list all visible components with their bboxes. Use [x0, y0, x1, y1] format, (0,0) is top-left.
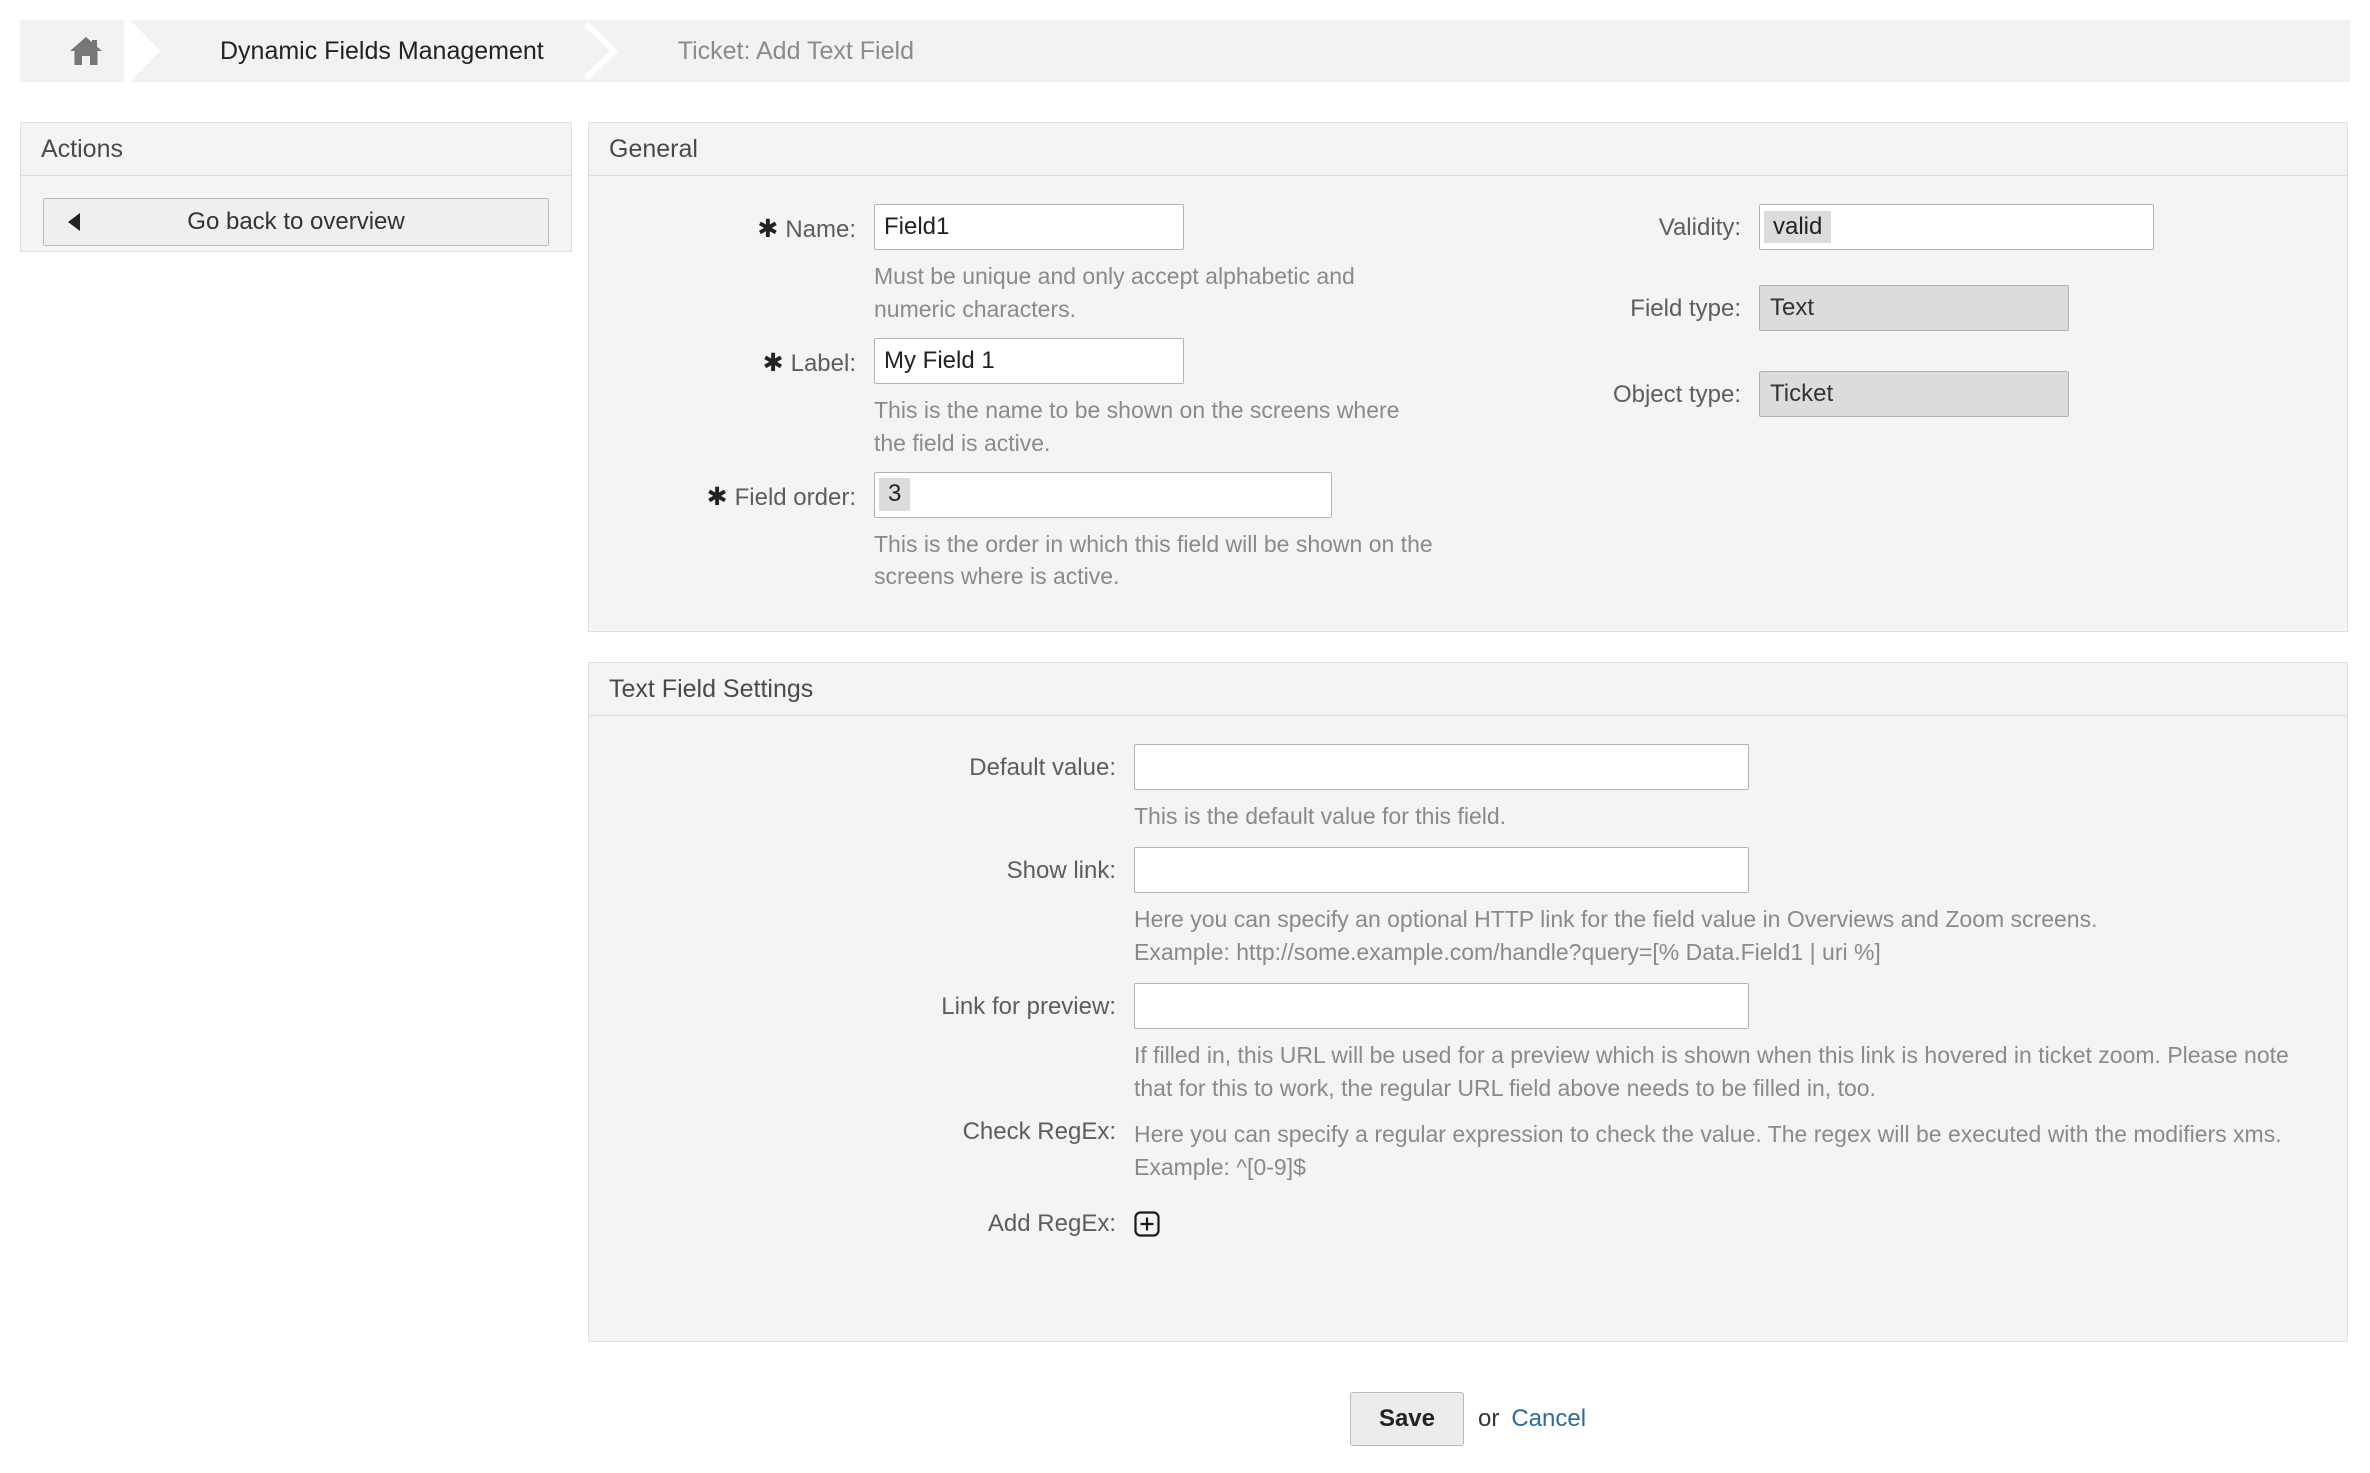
- label-hint: This is the name to be shown on the scre…: [874, 394, 1434, 460]
- validity-row: Validity: valid: [1599, 204, 2339, 250]
- show-link-label: Show link:: [589, 847, 1134, 885]
- breadcrumb-label: Dynamic Fields Management: [220, 37, 544, 66]
- validity-value: valid: [1764, 211, 1831, 244]
- home-icon: [68, 35, 104, 67]
- object-type-value: Ticket: [1759, 371, 2069, 417]
- link-for-preview-hint: If filled in, this URL will be used for …: [1134, 1039, 2314, 1105]
- default-value-hint: This is the default value for this field…: [1134, 800, 2134, 833]
- breadcrumb-separator-1: [124, 20, 176, 82]
- text-field-settings-body: Default value: This is the default value…: [589, 716, 2347, 1242]
- field-order-field-wrap: 3 This is the order in which this field …: [874, 472, 1434, 594]
- actions-panel-body: Go back to overview: [21, 198, 571, 246]
- required-marker: ✱: [763, 349, 784, 377]
- breadcrumb-label: Ticket: Add Text Field: [678, 37, 914, 66]
- check-regex-hint-1: Here you can specify a regular expressio…: [1134, 1118, 2314, 1151]
- text-field-settings-title: Text Field Settings: [589, 663, 2347, 716]
- add-regex-row: Add RegEx:: [589, 1210, 2347, 1242]
- link-for-preview-field-wrap: If filled in, this URL will be used for …: [1134, 983, 2314, 1105]
- actions-panel: Actions Go back to overview: [20, 122, 572, 252]
- field-order-value: 3: [879, 478, 910, 511]
- validity-label: Validity:: [1599, 204, 1759, 242]
- required-marker: ✱: [757, 215, 778, 243]
- object-type-field-wrap: Ticket: [1759, 371, 2069, 417]
- required-marker: ✱: [707, 483, 728, 511]
- actions-panel-title: Actions: [21, 123, 571, 176]
- breadcrumb-home[interactable]: [20, 20, 124, 82]
- check-regex-hint-2: Example: ^[0-9]$: [1134, 1151, 2314, 1184]
- field-type-field-wrap: Text: [1759, 285, 2069, 331]
- general-left-column: ✱Name: Must be unique and only accept al…: [589, 204, 1599, 593]
- label-input[interactable]: [874, 338, 1184, 384]
- breadcrumb: Dynamic Fields Management Ticket: Add Te…: [20, 20, 2350, 82]
- name-field-wrap: Must be unique and only accept alphabeti…: [874, 204, 1394, 326]
- show-link-input[interactable]: [1134, 847, 1749, 893]
- link-for-preview-input[interactable]: [1134, 983, 1749, 1029]
- default-value-label: Default value:: [589, 744, 1134, 782]
- default-value-input[interactable]: [1134, 744, 1749, 790]
- breadcrumb-separator-2: [582, 20, 634, 82]
- general-panel-title: General: [589, 123, 2347, 176]
- object-type-label: Object type:: [1599, 371, 1759, 409]
- field-type-label: Field type:: [1599, 285, 1759, 323]
- check-regex-label: Check RegEx:: [589, 1118, 1134, 1146]
- check-regex-row: Check RegEx: Here you can specify a regu…: [589, 1118, 2347, 1184]
- name-hint: Must be unique and only accept alphabeti…: [874, 260, 1394, 326]
- default-value-row: Default value: This is the default value…: [589, 744, 2347, 833]
- add-regex-field-wrap: [1134, 1210, 1160, 1242]
- label-field-wrap: This is the name to be shown on the scre…: [874, 338, 1434, 460]
- general-panel: General ✱Name: Must be unique and only a…: [588, 122, 2348, 632]
- save-button[interactable]: Save: [1350, 1392, 1464, 1446]
- validity-select[interactable]: valid: [1759, 204, 2154, 250]
- default-value-field-wrap: This is the default value for this field…: [1134, 744, 2134, 833]
- show-link-field-wrap: Here you can specify an optional HTTP li…: [1134, 847, 2314, 969]
- caret-left-icon: [68, 213, 80, 231]
- show-link-row: Show link: Here you can specify an optio…: [589, 847, 2347, 969]
- field-order-row: ✱Field order: 3 This is the order in whi…: [589, 472, 1599, 594]
- plus-square-icon[interactable]: [1134, 1211, 1160, 1237]
- name-label: ✱Name:: [589, 204, 874, 244]
- name-row: ✱Name: Must be unique and only accept al…: [589, 204, 1599, 326]
- name-input[interactable]: [874, 204, 1184, 250]
- text-field-settings-panel: Text Field Settings Default value: This …: [588, 662, 2348, 1342]
- show-link-hint-1: Here you can specify an optional HTTP li…: [1134, 903, 2314, 936]
- or-separator-label: or: [1478, 1405, 1499, 1433]
- label-row: ✱Label: This is the name to be shown on …: [589, 338, 1599, 460]
- breadcrumb-item-add-text-field: Ticket: Add Text Field: [634, 20, 952, 82]
- field-order-hint: This is the order in which this field wi…: [874, 528, 1434, 594]
- link-for-preview-row: Link for preview: If filled in, this URL…: [589, 983, 2347, 1105]
- label-label: ✱Label:: [589, 338, 874, 378]
- object-type-row: Object type: Ticket: [1599, 371, 2339, 417]
- form-submit-row: Save or Cancel: [588, 1392, 2348, 1446]
- add-regex-label: Add RegEx:: [589, 1210, 1134, 1238]
- field-order-label: ✱Field order:: [589, 472, 874, 512]
- field-type-row: Field type: Text: [1599, 285, 2339, 331]
- go-back-to-overview-label: Go back to overview: [44, 208, 548, 236]
- show-link-hint-2: Example: http://some.example.com/handle?…: [1134, 936, 2314, 969]
- field-type-value: Text: [1759, 285, 2069, 331]
- field-order-select[interactable]: 3: [874, 472, 1332, 518]
- link-for-preview-label: Link for preview:: [589, 983, 1134, 1021]
- breadcrumb-item-dynamic-fields[interactable]: Dynamic Fields Management: [176, 20, 582, 82]
- cancel-link[interactable]: Cancel: [1511, 1405, 1586, 1433]
- check-regex-field-wrap: Here you can specify a regular expressio…: [1134, 1118, 2314, 1184]
- validity-field-wrap: valid: [1759, 204, 2154, 250]
- general-panel-body: ✱Name: Must be unique and only accept al…: [589, 176, 2347, 593]
- general-right-column: Validity: valid Field type: Text Object …: [1599, 204, 2339, 593]
- go-back-to-overview-button[interactable]: Go back to overview: [43, 198, 549, 246]
